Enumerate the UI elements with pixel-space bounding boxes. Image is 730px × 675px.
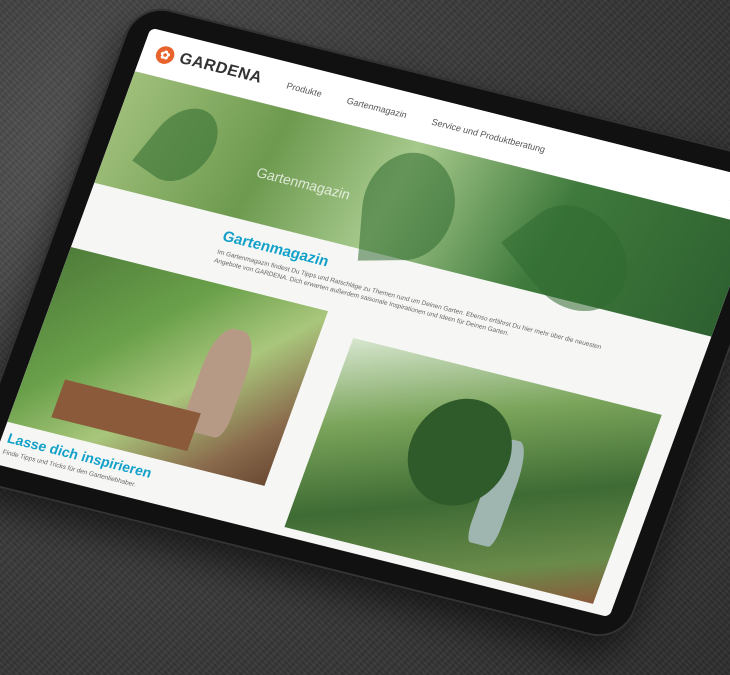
hero-leaf bbox=[357, 152, 460, 261]
hero-caption: Gartenmagazin bbox=[254, 164, 353, 203]
gardena-logo-icon: ✿ bbox=[153, 44, 177, 66]
hero-leaf bbox=[501, 185, 649, 332]
raised-bed bbox=[51, 379, 201, 452]
card-image-help[interactable] bbox=[284, 337, 662, 604]
logo-text: GARDENA bbox=[176, 50, 265, 87]
nav-item-produkte[interactable]: Produkte bbox=[285, 81, 323, 99]
nav-item-gartenmagazin[interactable]: Gartenmagazin bbox=[345, 96, 408, 120]
hero-leaf bbox=[132, 96, 233, 194]
